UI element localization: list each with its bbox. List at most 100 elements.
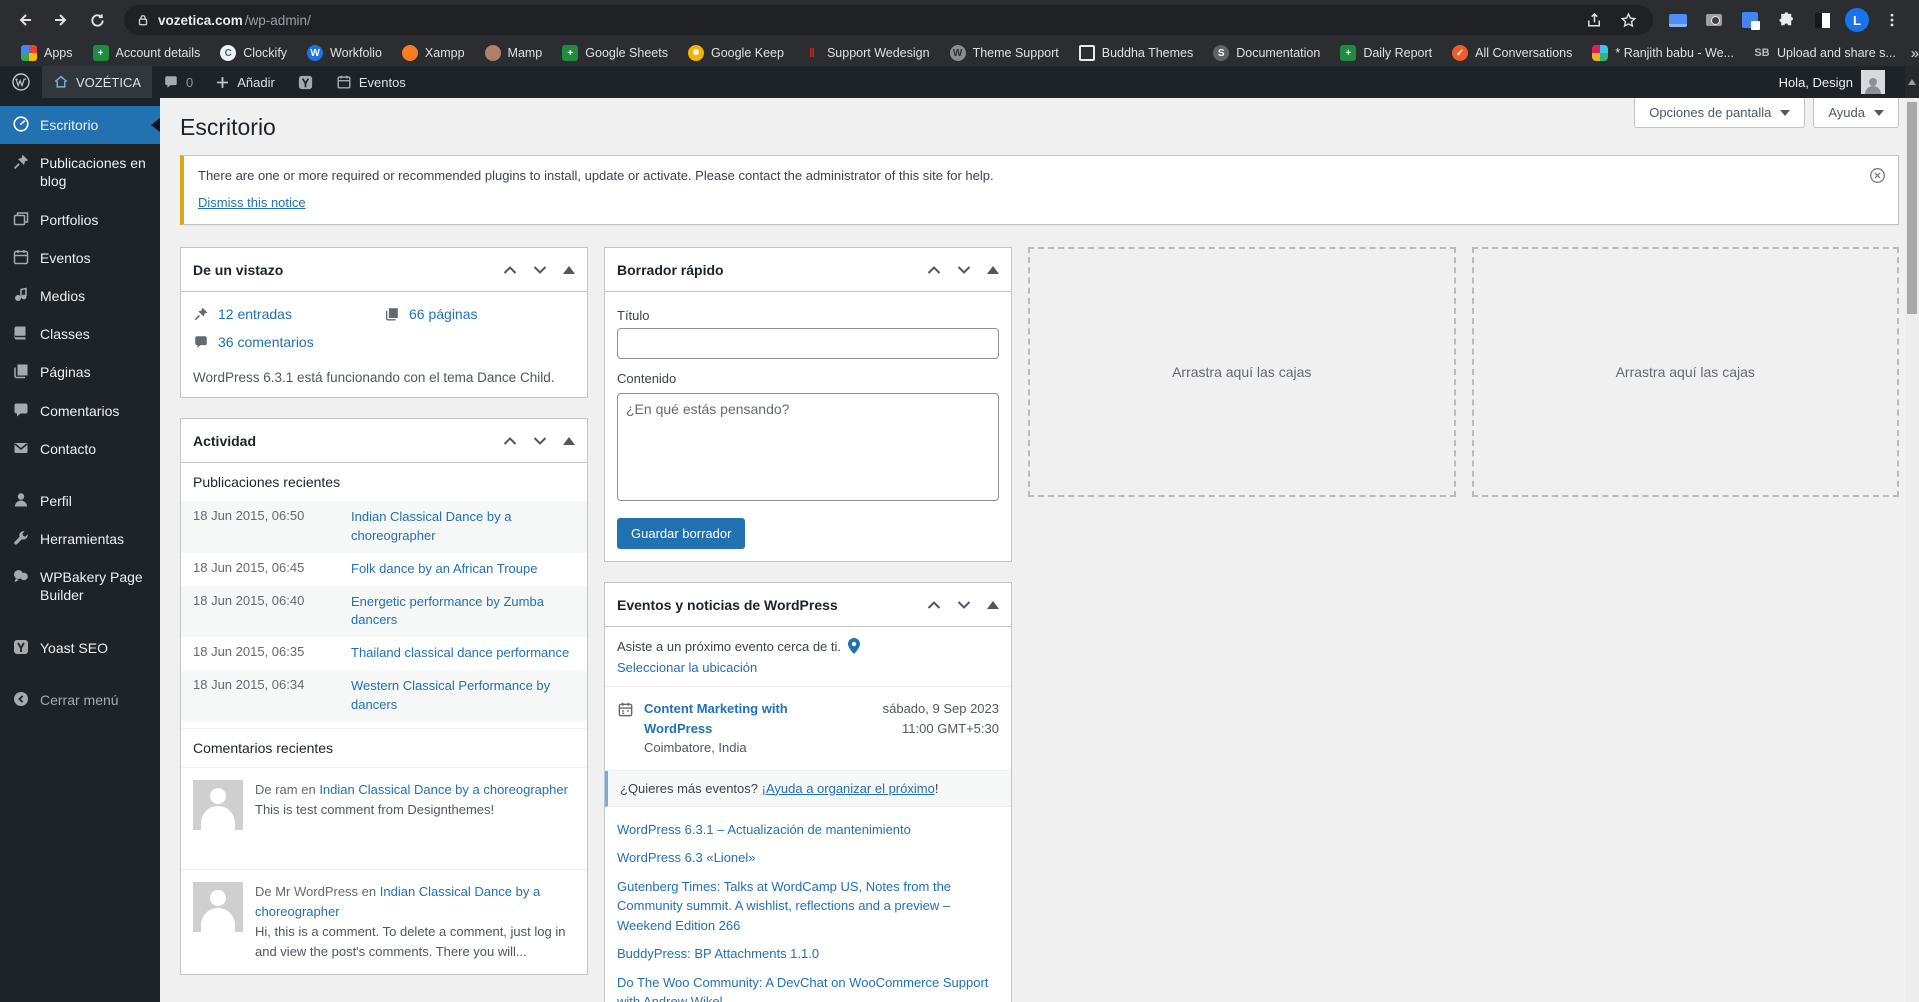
bookmark-star-icon[interactable] (1615, 7, 1641, 33)
bookmark-daily-report[interactable]: + Daily Report (1331, 42, 1441, 64)
bookmark-buddha-themes[interactable]: Buddha Themes (1070, 42, 1203, 64)
bookmark-all-conversations[interactable]: ✓ All Conversations (1443, 42, 1581, 64)
select-location-link[interactable]: Seleccionar la ubicación (617, 660, 757, 675)
bookmark-workfolio[interactable]: W Workfolio (298, 42, 391, 64)
adminbar-new-content[interactable]: Añadir (204, 66, 286, 98)
bookmark-xampp[interactable]: Xampp (393, 42, 474, 64)
sidebar-item-comentarios[interactable]: Comentarios (0, 392, 160, 430)
event-time: 11:00 GMT+5:30 (902, 721, 999, 737)
browser-menu-icon[interactable] (1879, 7, 1905, 33)
forward-icon[interactable] (46, 5, 76, 35)
sidebar-item-contacto[interactable]: Contacto (0, 430, 160, 468)
extension-translate-icon[interactable] (1737, 7, 1763, 33)
back-icon[interactable] (10, 5, 40, 35)
user-icon (12, 491, 30, 509)
quickdraft-title-input[interactable] (617, 328, 999, 359)
sidebar-item-herramientas[interactable]: Herramientas (0, 520, 160, 558)
sidebar-item-yoast-seo[interactable]: Yoast SEO (0, 629, 160, 667)
page-scrollbar[interactable] (1905, 66, 1919, 1002)
adminbar-events[interactable]: Eventos (325, 66, 417, 98)
news-link[interactable]: BuddyPress: BP Attachments 1.1.0 (617, 944, 999, 964)
browser-profile-avatar[interactable]: L (1845, 8, 1869, 32)
chevron-down-icon (1874, 109, 1884, 116)
toggle-panel-icon[interactable] (987, 265, 999, 274)
bookmark-upload-share[interactable]: SB Upload and share s... (1745, 42, 1905, 64)
sidebar-collapse-menu[interactable]: Cerrar menú (0, 681, 160, 719)
sidebar-item-wpbakery[interactable]: WPBakery Page Builder (0, 558, 160, 614)
wp-logo-menu[interactable] (0, 66, 42, 98)
bookmarks-overflow-chevron[interactable]: » (1907, 45, 1919, 62)
post-link[interactable]: Western Classical Performance by dancers (351, 677, 575, 715)
bookmark-support-wedesign[interactable]: ‖ Support Wedesign (795, 42, 939, 64)
post-link[interactable]: Energetic performance by Zumba dancers (351, 593, 575, 631)
bookmark-google-sheets[interactable]: + Google Sheets (553, 42, 677, 64)
bookmark-apps[interactable]: Apps (12, 42, 82, 64)
bookmark-clockify[interactable]: C Clockify (211, 42, 296, 64)
glance-pages-link[interactable]: 66 páginas (384, 306, 575, 322)
wordpress-icon: W (949, 45, 966, 61)
reload-icon[interactable] (82, 5, 112, 35)
address-bar[interactable]: vozetica.com/wp-admin/ (124, 5, 1653, 35)
move-up-icon[interactable] (503, 436, 517, 446)
widget-dropzone-2[interactable]: Arrastra aquí las cajas (1471, 247, 1899, 497)
move-up-icon[interactable] (927, 265, 941, 275)
activity-row: 18 Jun 2015, 06:50 Indian Classical Danc… (181, 501, 587, 553)
comment-post-link[interactable]: Indian Classical Dance by a choreographe… (319, 782, 568, 797)
recent-comments-heading: Comentarios recientes (181, 727, 587, 767)
bookmark-theme-support[interactable]: W Theme Support (941, 42, 1068, 64)
sidebar-item-portfolios[interactable]: Portfolios (0, 201, 160, 239)
sidebar-item-eventos[interactable]: Eventos (0, 239, 160, 277)
toggle-panel-icon[interactable] (563, 436, 575, 445)
glance-posts-link[interactable]: 12 entradas (193, 306, 384, 322)
sidebar-item-perfil[interactable]: Perfil (0, 482, 160, 520)
event-title-link[interactable]: Content Marketing with WordPress (644, 699, 814, 738)
bookmark-documentation[interactable]: S Documentation (1204, 42, 1329, 64)
save-draft-button[interactable]: Guardar borrador (617, 518, 746, 549)
adminbar-account[interactable]: Hola, Design (1779, 70, 1919, 94)
scrollbar-up-button[interactable] (1905, 66, 1919, 98)
news-link[interactable]: WordPress 6.3.1 – Actualización de mante… (617, 820, 999, 840)
screen-options-button[interactable]: Opciones de pantalla (1634, 98, 1806, 128)
sidebar-item-classes[interactable]: Classes (0, 315, 160, 353)
move-down-icon[interactable] (533, 436, 547, 446)
dismiss-notice-icon[interactable] (1869, 167, 1886, 184)
move-down-icon[interactable] (957, 600, 971, 610)
dismiss-notice-link[interactable]: Dismiss this notice (198, 195, 306, 210)
extension-darkmode-icon[interactable] (1809, 7, 1835, 33)
toggle-panel-icon[interactable] (987, 600, 999, 609)
glance-comments-link[interactable]: 36 comentarios (193, 334, 384, 350)
post-link[interactable]: Indian Classical Dance by a choreographe… (351, 508, 575, 546)
adminbar-comments[interactable]: 0 (152, 66, 204, 98)
bookmark-google-keep[interactable]: Google Keep (679, 42, 793, 64)
news-link[interactable]: WordPress 6.3 «Lionel» (617, 848, 999, 868)
bookmark-ranjith-babu[interactable]: * Ranjith babu - We... (1583, 42, 1743, 64)
extension-loom-icon[interactable] (1665, 7, 1691, 33)
bookmark-account-details[interactable]: + Account details (84, 42, 210, 64)
extensions-puzzle-icon[interactable] (1773, 7, 1799, 33)
bookmark-mamp[interactable]: Mamp (476, 42, 552, 64)
activity-row: 18 Jun 2015, 06:35 Thailand classical da… (181, 637, 587, 670)
more-events-banner: ¿Quieres más eventos? ¡Ayuda a organizar… (605, 770, 1011, 807)
help-button[interactable]: Ayuda (1813, 98, 1899, 128)
news-link[interactable]: Do The Woo Community: A DevChat on WooCo… (617, 973, 999, 1002)
move-down-icon[interactable] (533, 265, 547, 275)
adminbar-site-name[interactable]: VOZÉTICA (42, 66, 153, 98)
adminbar-yoast[interactable] (286, 66, 325, 98)
sidebar-item-paginas[interactable]: Páginas (0, 353, 160, 391)
quickdraft-content-textarea[interactable] (617, 393, 999, 501)
sidebar-item-medios[interactable]: Medios (0, 277, 160, 315)
post-link[interactable]: Thailand classical dance performance (351, 644, 569, 663)
share-icon[interactable] (1581, 7, 1607, 33)
news-link[interactable]: Gutenberg Times: Talks at WordCamp US, N… (617, 877, 999, 936)
organize-event-link[interactable]: ¡Ayuda a organizar el próximo (762, 781, 935, 796)
scrollbar-thumb[interactable] (1907, 102, 1917, 314)
toggle-panel-icon[interactable] (563, 265, 575, 274)
move-down-icon[interactable] (957, 265, 971, 275)
move-up-icon[interactable] (503, 265, 517, 275)
move-up-icon[interactable] (927, 600, 941, 610)
sidebar-item-escritorio[interactable]: Escritorio (0, 106, 160, 145)
post-link[interactable]: Folk dance by an African Troupe (351, 560, 537, 579)
sidebar-item-publicaciones[interactable]: Publicaciones en blog (0, 144, 160, 200)
extension-screenshot-icon[interactable] (1701, 7, 1727, 33)
widget-dropzone-1[interactable]: Arrastra aquí las cajas (1028, 247, 1456, 497)
